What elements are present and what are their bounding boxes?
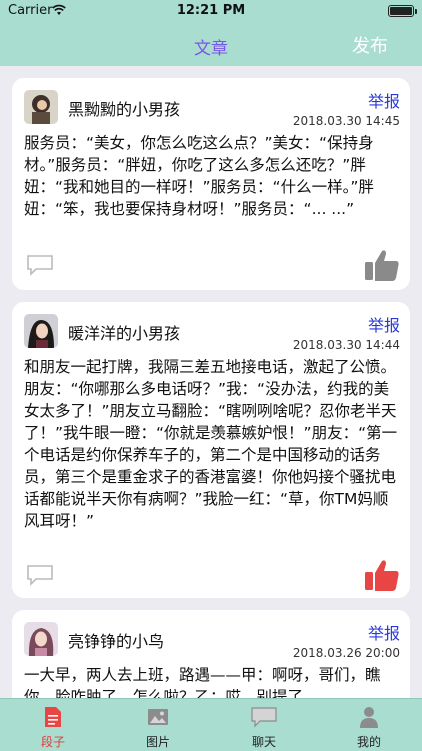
comment-icon[interactable] bbox=[26, 254, 54, 276]
person-icon bbox=[360, 707, 378, 728]
tab-label: 图片 bbox=[145, 735, 170, 749]
report-button[interactable]: 举报 bbox=[368, 312, 400, 336]
post-feed[interactable]: 黑黝黝的小男孩 举报 2018.03.30 14:45 服务员：“美女，你怎么吃… bbox=[0, 66, 422, 698]
tab-chat[interactable]: 聊天 bbox=[211, 699, 317, 751]
post-text: 一大早，两人去上班，路遇——甲：啊呀，哥们，瞧你，脸咋肿了，怎么啦？乙：哎，别提… bbox=[24, 666, 381, 698]
post-username[interactable]: 暖洋洋的小男孩 bbox=[68, 320, 180, 344]
tab-bar: 段子 图片 聊天 我的 bbox=[0, 698, 422, 751]
thumbs-up-icon[interactable] bbox=[364, 248, 400, 282]
chat-icon bbox=[251, 707, 277, 728]
post-card: 暖洋洋的小男孩 举报 2018.03.30 14:44 和朋友一起打牌，我隔三差… bbox=[12, 302, 410, 598]
status-time: 12:21 PM bbox=[176, 3, 246, 18]
comment-icon[interactable] bbox=[26, 564, 54, 586]
avatar[interactable] bbox=[24, 314, 58, 348]
post-card: 亮铮铮的小鸟 举报 2018.03.26 20:00 一大早，两人去上班，路遇—… bbox=[12, 610, 410, 698]
document-icon bbox=[45, 707, 61, 727]
post-date: 2018.03.30 14:44 bbox=[292, 338, 400, 352]
tab-me[interactable]: 我的 bbox=[316, 699, 422, 751]
post-card: 黑黝黝的小男孩 举报 2018.03.30 14:45 服务员：“美女，你怎么吃… bbox=[12, 78, 410, 290]
post-text: 和朋友一起打牌，我隔三差五地接电话，激起了公愤。朋友：“你哪那么多电话呀？”我：… bbox=[24, 358, 398, 530]
tab-jokes[interactable]: 段子 bbox=[0, 699, 106, 751]
post-text: 服务员：“美女，你怎么吃这么点？”美女：“保持身材。”服务员：“胖妞，你吃了这么… bbox=[24, 134, 374, 218]
post-username[interactable]: 黑黝黝的小男孩 bbox=[68, 96, 180, 120]
post-username[interactable]: 亮铮铮的小鸟 bbox=[68, 628, 164, 652]
status-bar: Carrier 12:21 PM bbox=[0, 0, 422, 22]
tab-images[interactable]: 图片 bbox=[105, 699, 211, 751]
avatar[interactable] bbox=[24, 622, 58, 656]
image-icon bbox=[148, 709, 168, 725]
tab-label: 我的 bbox=[356, 735, 381, 749]
tab-label: 聊天 bbox=[251, 735, 276, 749]
battery-icon bbox=[388, 5, 417, 17]
thumbs-up-icon[interactable] bbox=[364, 558, 400, 592]
report-button[interactable]: 举报 bbox=[368, 620, 400, 644]
report-button[interactable]: 举报 bbox=[368, 88, 400, 112]
avatar[interactable] bbox=[24, 90, 58, 124]
nav-bar: 文章 发布 bbox=[0, 22, 422, 66]
post-date: 2018.03.26 20:00 bbox=[292, 646, 400, 660]
publish-button[interactable]: 发布 bbox=[352, 32, 388, 58]
post-date: 2018.03.30 14:45 bbox=[292, 114, 400, 128]
tab-label: 段子 bbox=[40, 735, 65, 749]
